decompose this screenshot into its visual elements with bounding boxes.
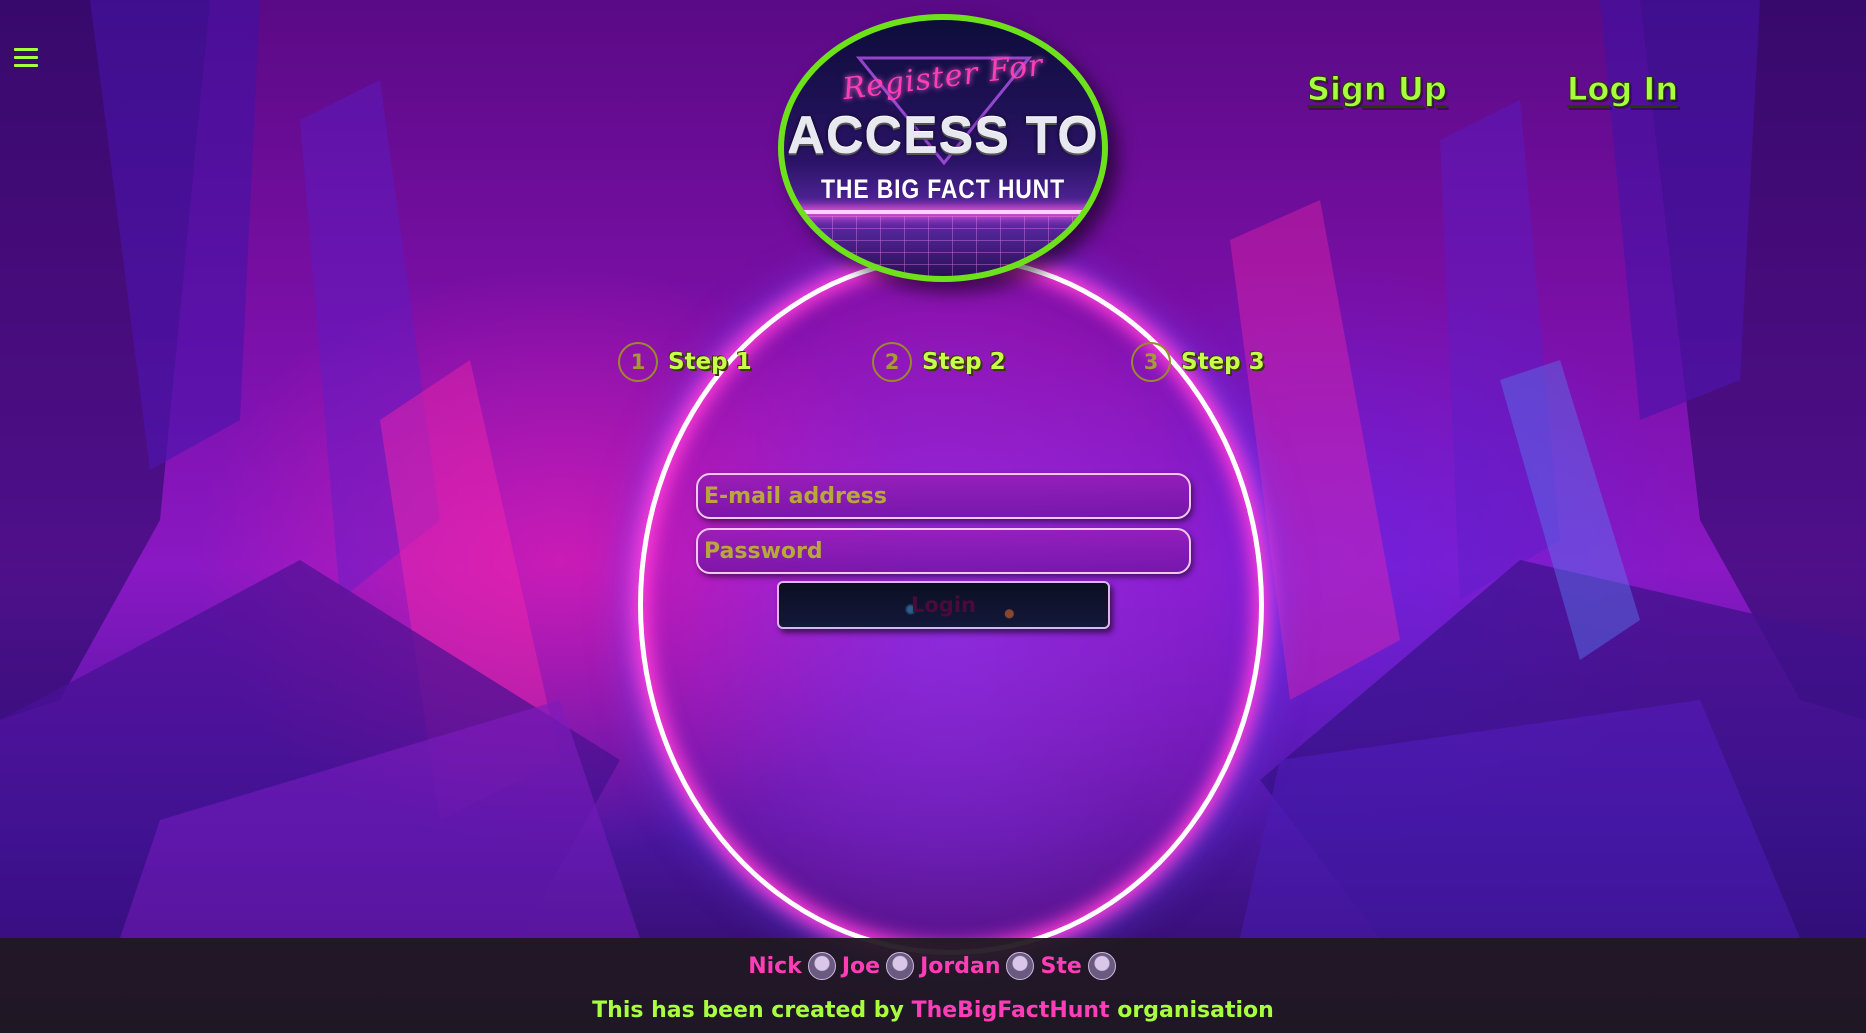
signup-link[interactable]: Sign Up bbox=[1307, 70, 1448, 109]
github-icon[interactable] bbox=[1006, 952, 1035, 980]
logo-subtitle: THE BIG FACT HUNT bbox=[821, 174, 1065, 204]
author-name: Ste bbox=[1040, 953, 1082, 979]
login-button[interactable]: Login bbox=[777, 581, 1110, 629]
step-number: 2 bbox=[872, 342, 912, 382]
hamburger-menu-icon[interactable] bbox=[14, 48, 38, 68]
password-input[interactable] bbox=[698, 530, 1189, 572]
logo-grid bbox=[784, 216, 1102, 276]
step-number: 1 bbox=[618, 342, 658, 382]
step-label: Step 1 bbox=[668, 349, 752, 375]
footer-credit: This has been created by TheBigFactHunt … bbox=[0, 998, 1866, 1023]
email-field-wrapper bbox=[696, 473, 1191, 519]
login-link[interactable]: Log In bbox=[1566, 70, 1678, 109]
author-name: Jordan bbox=[920, 953, 1001, 979]
step-2: 2 Step 2 bbox=[872, 342, 1006, 382]
step-1: 1 Step 1 bbox=[618, 342, 752, 382]
logo-horizon bbox=[784, 210, 1102, 214]
github-icon[interactable] bbox=[886, 952, 915, 980]
email-input[interactable] bbox=[698, 475, 1189, 517]
credit-suffix: organisation bbox=[1117, 998, 1274, 1023]
author-list: Nick Joe Jordan Ste bbox=[0, 952, 1866, 980]
logo-headline: ACCESS TO bbox=[787, 107, 1099, 165]
step-label: Step 3 bbox=[1181, 349, 1265, 375]
password-field-wrapper bbox=[696, 528, 1191, 574]
credit-prefix: This has been created by bbox=[592, 998, 904, 1023]
step-3: 3 Step 3 bbox=[1131, 342, 1265, 382]
step-number: 3 bbox=[1131, 342, 1171, 382]
site-logo: Register For ACCESS TO THE BIG FACT HUNT bbox=[778, 14, 1108, 282]
step-label: Step 2 bbox=[922, 349, 1006, 375]
author-name: Nick bbox=[748, 953, 802, 979]
author-name: Joe bbox=[841, 953, 881, 979]
github-icon[interactable] bbox=[807, 952, 836, 980]
organisation-link[interactable]: TheBigFactHunt bbox=[912, 998, 1110, 1023]
github-icon[interactable] bbox=[1087, 952, 1116, 980]
